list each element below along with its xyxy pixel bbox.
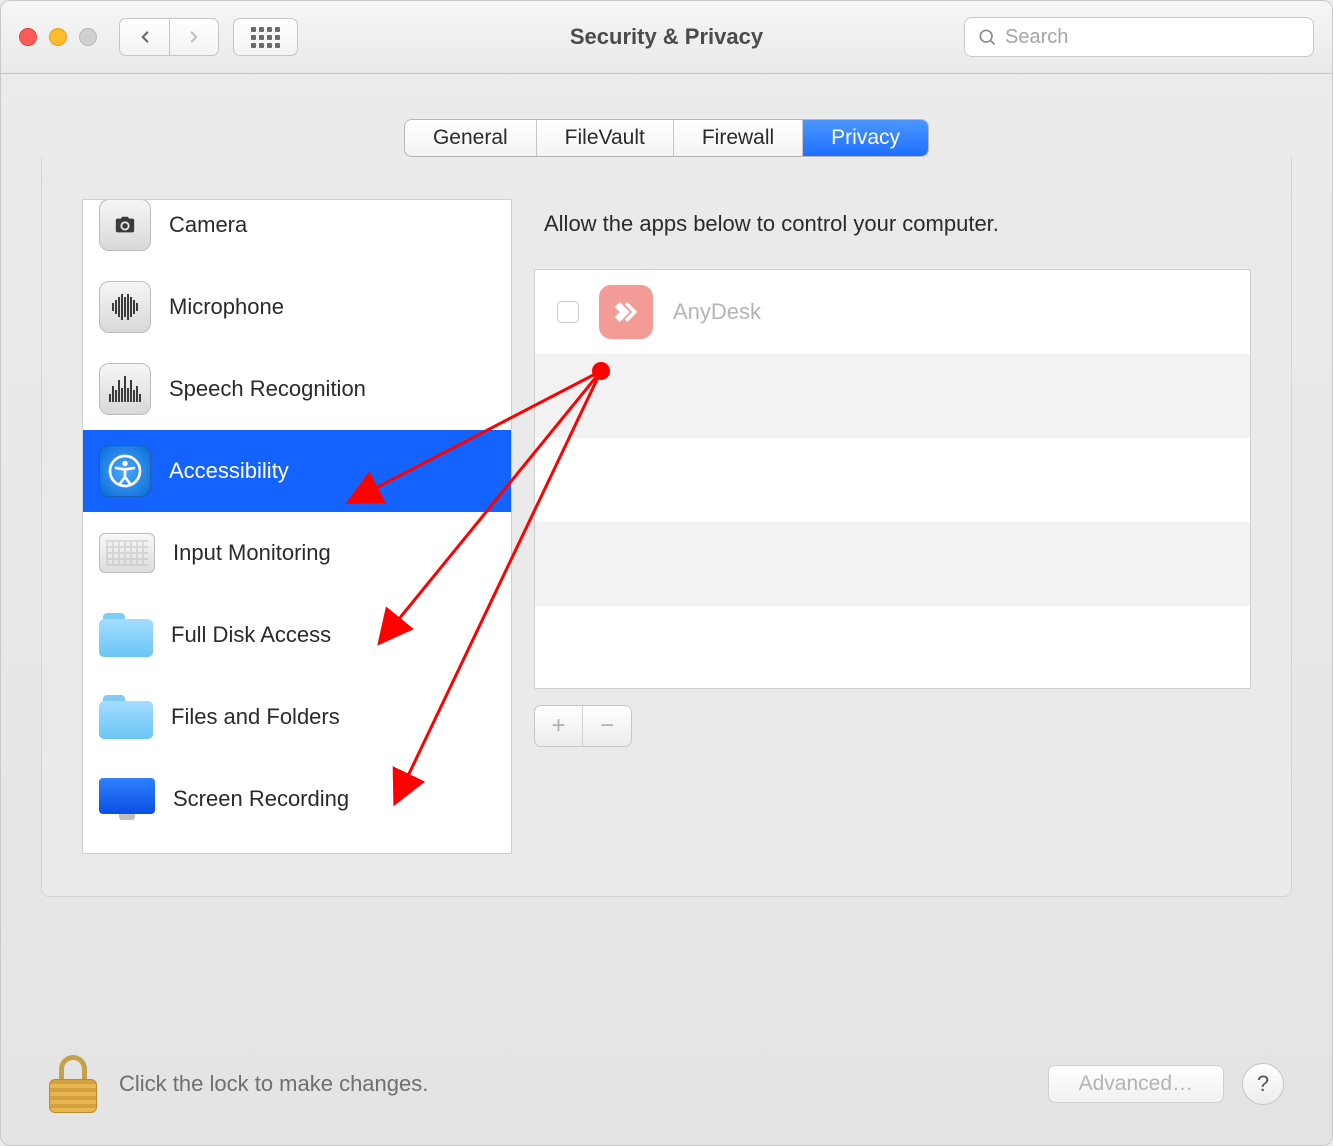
search-field[interactable]: [964, 17, 1314, 57]
sidebar-item-label: Full Disk Access: [171, 622, 331, 648]
help-icon: ?: [1257, 1071, 1269, 1097]
plus-icon: +: [551, 712, 565, 740]
chevron-left-icon: [136, 28, 154, 46]
lock-icon-body: [49, 1079, 97, 1113]
right-pane: Allow the apps below to control your com…: [534, 199, 1251, 854]
app-name: AnyDesk: [673, 299, 761, 325]
app-row-empty: [535, 522, 1250, 606]
tab-label: Privacy: [831, 126, 900, 150]
forward-button[interactable]: [169, 18, 219, 56]
lock-icon: [59, 1055, 87, 1081]
sidebar-item-label: Camera: [169, 212, 247, 238]
tab-label: Firewall: [702, 126, 774, 150]
tab-bar: General FileVault Firewall Privacy: [1, 119, 1332, 157]
keyboard-icon: [99, 533, 155, 573]
preferences-window: Security & Privacy General FileVault Fir…: [0, 0, 1333, 1146]
sidebar-item-accessibility[interactable]: Accessibility: [83, 430, 511, 512]
tab-firewall[interactable]: Firewall: [674, 120, 803, 156]
accessibility-icon: [99, 445, 151, 497]
chevron-right-icon: [185, 28, 203, 46]
speech-icon: [99, 363, 151, 415]
zoom-window-button: [79, 28, 97, 46]
app-row-anydesk[interactable]: AnyDesk: [535, 270, 1250, 354]
sidebar-item-screen-recording[interactable]: Screen Recording: [83, 758, 511, 840]
anydesk-icon: [599, 285, 653, 339]
app-row-empty: [535, 354, 1250, 438]
tab-label: FileVault: [565, 126, 645, 150]
add-app-button[interactable]: +: [535, 706, 583, 746]
sidebar-item-microphone[interactable]: Microphone: [83, 266, 511, 348]
minus-icon: −: [600, 712, 614, 740]
sidebar-item-camera[interactable]: Camera: [83, 199, 511, 266]
sidebar-item-full-disk-access[interactable]: Full Disk Access: [83, 594, 511, 676]
app-checkbox[interactable]: [557, 301, 579, 323]
app-row-empty: [535, 438, 1250, 522]
search-icon: [977, 27, 997, 47]
sidebar-item-automation[interactable]: Automation: [83, 840, 511, 854]
sidebar-item-files-and-folders[interactable]: Files and Folders: [83, 676, 511, 758]
tab-filevault[interactable]: FileVault: [537, 120, 674, 156]
remove-app-button[interactable]: −: [583, 706, 631, 746]
app-row-empty: [535, 606, 1250, 689]
folder-icon: [99, 695, 153, 739]
sidebar-item-speech[interactable]: Speech Recognition: [83, 348, 511, 430]
show-all-button[interactable]: [233, 18, 298, 56]
footer: Click the lock to make changes. Advanced…: [1, 1023, 1332, 1145]
tab-label: General: [433, 126, 508, 150]
privacy-category-sidebar[interactable]: Camera Microphone: [82, 199, 512, 854]
sidebar-item-label: Microphone: [169, 294, 284, 320]
toolbar: Security & Privacy: [1, 1, 1332, 74]
sidebar-item-label: Screen Recording: [173, 786, 349, 812]
display-icon: [99, 777, 155, 821]
advanced-label: Advanced…: [1079, 1072, 1193, 1095]
lock-message: Click the lock to make changes.: [119, 1071, 428, 1097]
search-input[interactable]: [1005, 26, 1301, 49]
sidebar-item-input-monitoring[interactable]: Input Monitoring: [83, 512, 511, 594]
nav-buttons: [119, 18, 219, 56]
folder-icon: [99, 613, 153, 657]
tab-general[interactable]: General: [405, 120, 537, 156]
back-button[interactable]: [119, 18, 169, 56]
app-list[interactable]: AnyDesk: [534, 269, 1251, 689]
sidebar-item-label: Files and Folders: [171, 704, 340, 730]
content-panel: Camera Microphone: [41, 157, 1292, 897]
minimize-window-button[interactable]: [49, 28, 67, 46]
right-pane-heading: Allow the apps below to control your com…: [534, 199, 1251, 269]
sidebar-item-label: Accessibility: [169, 458, 289, 484]
close-window-button[interactable]: [19, 28, 37, 46]
advanced-button[interactable]: Advanced…: [1048, 1065, 1224, 1103]
microphone-icon: [99, 281, 151, 333]
sidebar-item-label: Input Monitoring: [173, 540, 331, 566]
sidebar-item-label: Speech Recognition: [169, 376, 366, 402]
tab-segment: General FileVault Firewall Privacy: [404, 119, 929, 157]
add-remove-buttons: + −: [534, 705, 632, 747]
traffic-lights: [19, 28, 97, 46]
help-button[interactable]: ?: [1242, 1063, 1284, 1105]
lock-button[interactable]: [49, 1055, 97, 1113]
camera-icon: [99, 199, 151, 251]
apps-grid-icon: [251, 27, 280, 48]
tab-privacy[interactable]: Privacy: [803, 120, 928, 156]
